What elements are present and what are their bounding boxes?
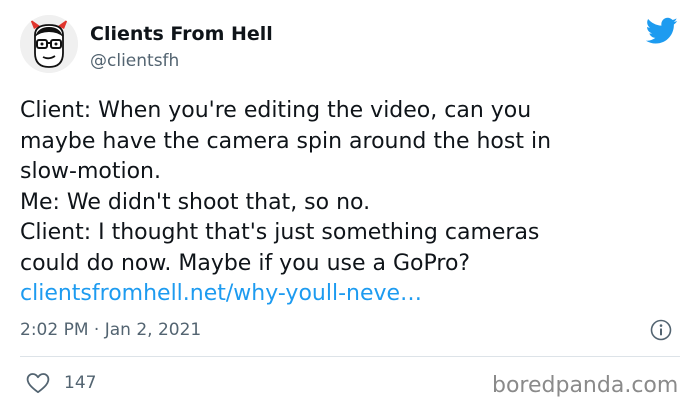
like-count: 147 [64,373,97,393]
devil-man-avatar-icon [20,15,78,73]
author-name[interactable]: Clients From Hell [90,22,273,46]
tweet-line: could do now. Maybe if you use a GoPro? [20,250,471,276]
info-icon[interactable] [650,319,672,341]
tweet-line: Client: I thought that's just something … [20,220,540,245]
watermark: boredpanda.com [492,373,679,398]
tweet-timestamp[interactable]: 2:02 PM · Jan 2, 2021 [20,319,201,341]
tweet-line: Me: We didn't shoot that, so no. [20,189,371,215]
author-handle[interactable]: @clientsfh [90,50,179,72]
heart-icon[interactable] [26,372,50,394]
avatar[interactable] [20,15,78,73]
twitter-bird-icon[interactable] [646,17,678,45]
tweet-line: Client: When you're editing the video, c… [20,98,532,123]
tweet-card: Clients From Hell @clientsfh Client: Whe… [0,0,700,410]
tweet-line: maybe have the camera spin around the ho… [20,128,552,154]
divider [20,356,680,357]
tweet-line: slow-motion. [20,159,161,184]
tweet-link[interactable]: clientsfromhell.net/why-youll-neve… [20,279,690,310]
tweet-text: Client: When you're editing the video, c… [20,96,690,310]
